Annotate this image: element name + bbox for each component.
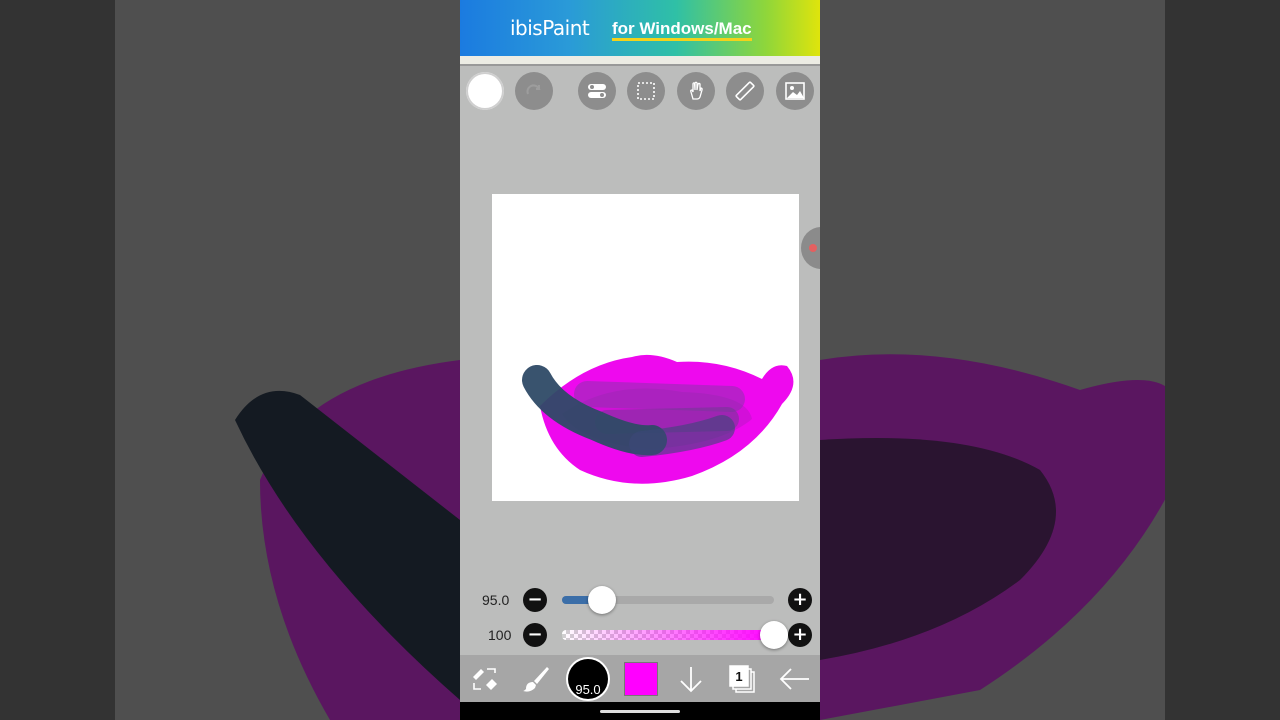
brush-preview-button[interactable] (466, 72, 504, 110)
layer-count: 1 (735, 669, 742, 684)
layers-button[interactable]: 1 (722, 659, 762, 699)
brush-size-thumb[interactable] (588, 586, 616, 614)
brush-size-increase-button[interactable]: + (788, 588, 812, 612)
color-swatch-button[interactable] (624, 662, 658, 696)
ruler-button[interactable] (726, 72, 764, 110)
tool-selection-button[interactable] (465, 659, 505, 699)
canvas-artwork (522, 354, 794, 484)
brush-size-indicator-label: 95.0 (575, 682, 601, 697)
system-navigation-bar (460, 702, 820, 720)
banner-tagline: for Windows/Mac (612, 20, 752, 41)
toggle-settings-icon (588, 84, 606, 98)
opacity-increase-button[interactable]: + (788, 623, 812, 647)
redo-button[interactable] (515, 72, 553, 110)
background-blur-left (0, 0, 460, 720)
banner-divider (460, 56, 820, 66)
arrow-left-icon (779, 668, 809, 690)
back-button[interactable] (774, 659, 814, 699)
opacity-fill (562, 630, 774, 640)
brand-logo: ibisPaint (510, 16, 590, 40)
drawing-canvas[interactable] (492, 194, 799, 501)
arrow-down-icon (680, 667, 702, 693)
brush-size-indicator[interactable]: 95.0 (568, 659, 608, 699)
hand-tool-button[interactable] (677, 72, 715, 110)
brush-size-value: 95.0 (482, 592, 510, 608)
image-icon (785, 82, 805, 100)
selection-icon (637, 82, 655, 100)
redo-icon (526, 84, 541, 95)
promo-banner[interactable]: ibisPaint for Windows/Mac (460, 0, 820, 56)
selection-button[interactable] (627, 72, 665, 110)
background-edge-right (1165, 0, 1280, 720)
ibispaint-app: ibisPaint for Windows/Mac 95.0 − + 100 −… (460, 0, 820, 720)
brush-size-decrease-button[interactable]: − (523, 588, 547, 612)
toggle-settings-button[interactable] (578, 72, 616, 110)
background-edge-left (0, 0, 115, 720)
brush-icon (523, 667, 549, 692)
reference-window-handle[interactable] (801, 227, 820, 269)
background-blur-right (820, 0, 1280, 720)
hand-tool-icon (690, 81, 703, 100)
opacity-thumb[interactable] (760, 621, 788, 649)
opacity-decrease-button[interactable]: − (523, 623, 547, 647)
layers-icon: 1 (729, 665, 755, 693)
brush-eraser-swap-icon (473, 668, 497, 690)
brush-button[interactable] (516, 659, 556, 699)
image-button[interactable] (776, 72, 814, 110)
home-gesture-bar[interactable] (600, 710, 680, 713)
opacity-value: 100 (488, 627, 512, 643)
record-indicator-icon (809, 244, 817, 252)
ruler-icon (735, 81, 755, 101)
move-down-button[interactable] (671, 659, 711, 699)
